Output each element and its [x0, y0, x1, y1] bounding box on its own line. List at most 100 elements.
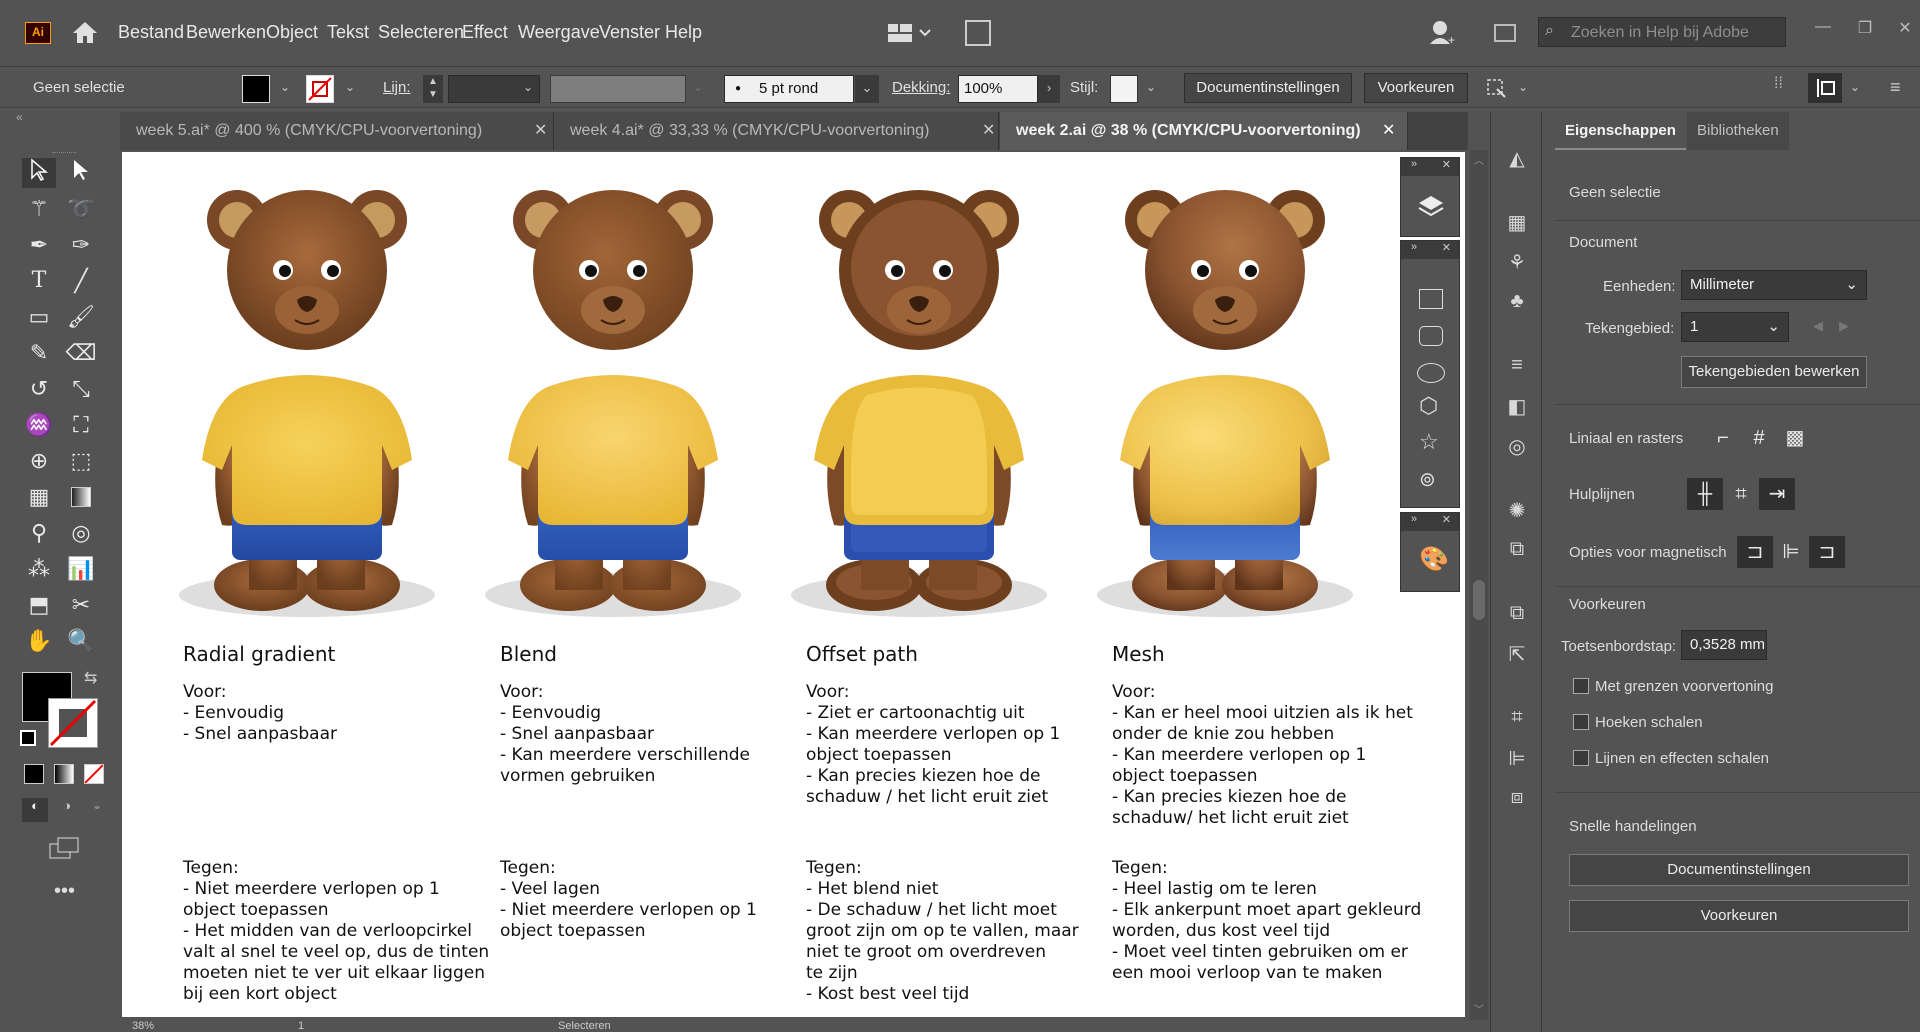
canvas-area[interactable]: Radial gradient Voor: - Eenvoudig - Snel… [120, 150, 1488, 1032]
next-artboard-icon[interactable]: ▶ [1839, 318, 1849, 334]
preferences-button[interactable]: Voorkeuren [1364, 73, 1468, 103]
paintbrush-tool-icon[interactable]: 🖌 [64, 302, 98, 332]
close-icon[interactable]: ✕ [1442, 158, 1451, 171]
gradient-icon[interactable]: ◧ [1503, 394, 1531, 420]
collapse-toolbar-icon[interactable]: « [16, 110, 23, 124]
swap-colors-icon[interactable]: ⇆ [84, 668, 97, 688]
snap-to-grid-icon[interactable]: ⊫ [1773, 536, 1809, 568]
rulers-icon[interactable]: ⌐ [1705, 422, 1741, 454]
opacity-label[interactable]: Dekking: [892, 79, 950, 96]
menu-selecteren[interactable]: Selecteren [378, 22, 464, 43]
pen-tool-icon[interactable]: ✒ [22, 230, 56, 260]
ellipse-icon[interactable] [1417, 363, 1445, 383]
artboard-number[interactable]: 1 [298, 1020, 304, 1032]
blend-tool-icon[interactable]: ◎ [64, 518, 98, 548]
menu-effect[interactable]: Effect [462, 22, 508, 43]
close-tab-icon[interactable]: ✕ [1382, 112, 1395, 150]
snap-to-pixel-icon[interactable]: ⊐ [1809, 536, 1845, 568]
draw-inside-icon[interactable]: ◒ [84, 798, 110, 822]
warp-tool-icon[interactable]: ♒ [22, 410, 56, 440]
quick-document-settings-button[interactable]: Documentinstellingen [1569, 854, 1909, 886]
tab-week-4[interactable]: week 4.ai* @ 33,33 % (CMYK/CPU-voorverto… [554, 112, 999, 150]
draw-behind-icon[interactable]: ◑ [54, 798, 80, 822]
brushes-icon[interactable]: ⚘ [1503, 250, 1531, 276]
stroke-icon[interactable]: ≡ [1503, 354, 1531, 380]
transform-panel-icon[interactable]: ⌗ [1503, 706, 1531, 732]
menu-object[interactable]: Object [266, 22, 318, 43]
align-grid-icon[interactable]: ⁞⁞ [1774, 75, 1798, 99]
user-account-icon[interactable]: + [1428, 18, 1456, 47]
flare-icon[interactable]: ⊚ [1419, 467, 1436, 492]
magic-wand-tool-icon[interactable]: ⚚ [22, 194, 56, 224]
rounded-rectangle-icon[interactable] [1419, 326, 1443, 346]
selection-tool-icon[interactable] [22, 158, 56, 188]
tab-eigenschappen[interactable]: Eigenschappen [1555, 112, 1686, 150]
tab-week-2[interactable]: week 2.ai @ 38 % (CMYK/CPU-voorvertoning… [1000, 112, 1408, 150]
transform-icon[interactable] [1483, 75, 1509, 101]
shaper-tool-icon[interactable]: ✎ [22, 338, 56, 368]
opacity-arrow-button[interactable]: › [1038, 75, 1060, 103]
palette-icon[interactable]: 🎨 [1419, 545, 1449, 574]
default-colors-icon[interactable] [20, 730, 36, 746]
grid-icon[interactable]: # [1741, 422, 1777, 454]
document-settings-button[interactable]: Documentinstellingen [1184, 73, 1352, 103]
snap-dropdown-icon[interactable]: ⌄ [1850, 80, 1860, 94]
lock-guides-icon[interactable]: ⌗ [1723, 478, 1759, 510]
scroll-down-icon[interactable]: ﹀ [1474, 1001, 1484, 1016]
preview-bounds-checkbox[interactable] [1573, 678, 1589, 694]
brush-dropdown-button[interactable]: ⌄ [855, 75, 879, 103]
free-transform-tool-icon[interactable]: ⛶ [64, 410, 98, 440]
edit-artboards-button[interactable]: Tekengebieden bewerken [1681, 356, 1867, 388]
show-guides-icon[interactable]: ╫ [1687, 478, 1723, 510]
help-search-field[interactable]: ⌕ Zoeken in Help bij Adobe [1538, 17, 1786, 47]
units-select[interactable]: Millimeter ⌄ [1681, 270, 1867, 300]
live-paint-tool-icon[interactable]: ⬚ [64, 446, 98, 476]
close-icon[interactable]: ✕ [1442, 513, 1451, 526]
color-mode-icon[interactable] [24, 764, 44, 784]
stroke-dropdown-icon[interactable]: ⌄ [345, 80, 355, 94]
snap-to-point-icon[interactable]: ⊐ [1737, 536, 1773, 568]
style-dropdown-icon[interactable]: ⌄ [1146, 80, 1156, 94]
menu-tekst[interactable]: Tekst [327, 22, 369, 43]
rectangle-tool-icon[interactable]: ▭ [22, 302, 56, 332]
graph-tool-icon[interactable]: 📊 [64, 554, 98, 584]
type-tool-icon[interactable]: T [22, 266, 56, 296]
export-icon[interactable]: ⇱ [1503, 642, 1531, 668]
menu-bewerken[interactable]: Bewerken [186, 22, 266, 43]
control-menu-icon[interactable]: ≡ [1890, 77, 1910, 97]
eyedropper-tool-icon[interactable]: ⚲ [22, 518, 56, 548]
scroll-up-icon[interactable]: ︿ [1474, 152, 1484, 167]
menu-weergave[interactable]: Weergave [518, 22, 600, 43]
menu-help[interactable]: Help [665, 22, 702, 43]
pathfinder-icon[interactable]: ⧈ [1503, 786, 1531, 812]
slice-tool-icon[interactable]: ✂ [64, 590, 98, 620]
close-tab-icon[interactable]: ✕ [982, 112, 995, 150]
menu-venster[interactable]: Venster [599, 22, 660, 43]
direct-selection-tool-icon[interactable] [64, 158, 98, 188]
draw-normal-icon[interactable]: ◐ [22, 798, 48, 822]
symbol-sprayer-tool-icon[interactable]: ⁂ [22, 554, 56, 584]
scale-corners-checkbox[interactable] [1573, 714, 1589, 730]
hand-tool-icon[interactable]: ✋ [22, 626, 56, 656]
artboard-tool-icon[interactable]: ⬒ [22, 590, 56, 620]
swatches-icon[interactable]: ▦ [1503, 210, 1531, 236]
restore-icon[interactable]: ❐ [1854, 18, 1876, 40]
gradient-mode-icon[interactable] [54, 764, 74, 784]
scale-tool-icon[interactable]: ⤡ [64, 374, 98, 404]
close-window-icon[interactable]: ✕ [1894, 18, 1916, 40]
scale-strokes-checkbox[interactable] [1573, 750, 1589, 766]
zoom-tool-icon[interactable]: 🔍 [64, 626, 98, 656]
brush-definition-field[interactable]: ● 5 pt rond [724, 75, 854, 103]
stroke-weight-field[interactable]: ⌄ [448, 75, 540, 103]
menu-bestand[interactable]: Bestand [118, 22, 184, 43]
polygon-icon[interactable]: ⬡ [1419, 393, 1438, 419]
minimize-icon[interactable]: — [1812, 18, 1834, 40]
quick-preferences-button[interactable]: Voorkeuren [1569, 900, 1909, 932]
layers-icon[interactable] [1417, 194, 1445, 223]
zoom-level[interactable]: 38% [132, 1020, 154, 1032]
transparency-icon[interactable]: ◎ [1503, 434, 1531, 460]
close-tab-icon[interactable]: ✕ [534, 112, 547, 150]
scroll-thumb[interactable] [1473, 580, 1485, 620]
arrange-documents-icon[interactable] [965, 20, 991, 46]
appearance-icon[interactable]: ◭ [1503, 146, 1531, 172]
